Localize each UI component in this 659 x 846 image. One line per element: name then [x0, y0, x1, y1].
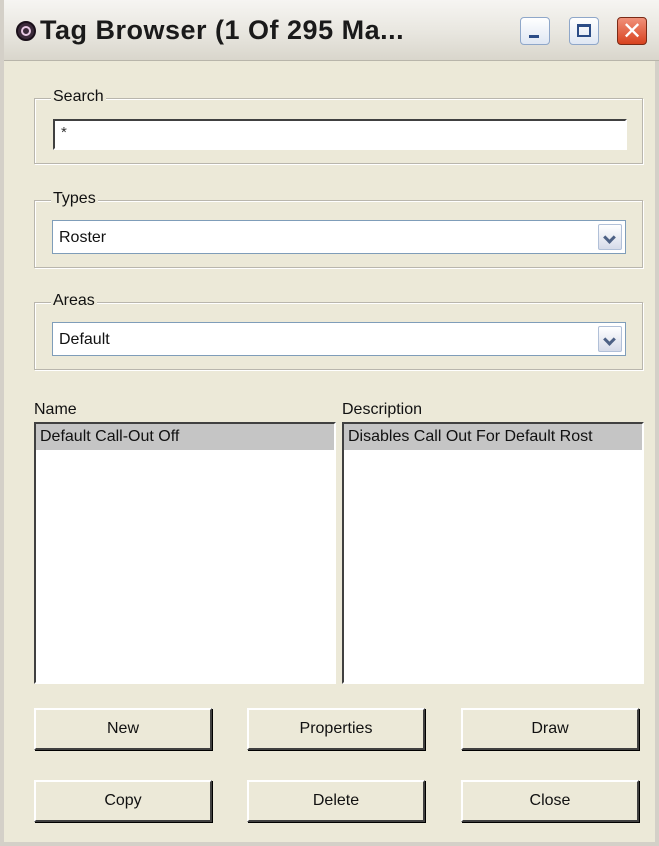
delete-button[interactable]: Delete — [247, 780, 425, 822]
types-dropdown[interactable]: Roster — [52, 220, 626, 254]
search-label: Search — [51, 88, 106, 106]
new-button[interactable]: New — [34, 708, 212, 750]
close-icon: ✕ — [621, 18, 643, 45]
types-label: Types — [51, 190, 98, 208]
maximize-button[interactable] — [569, 17, 599, 45]
minimize-button[interactable] — [520, 17, 550, 45]
types-group: Types Roster — [34, 190, 643, 268]
window-title: Tag Browser (1 Of 295 Ma... — [40, 15, 405, 45]
close-button[interactable]: Close — [461, 780, 639, 822]
description-column-header: Description — [342, 401, 423, 418]
list-item[interactable]: Disables Call Out For Default Rost — [344, 424, 642, 450]
list-item[interactable]: Default Call-Out Off — [36, 424, 334, 450]
app-icon[interactable] — [16, 21, 36, 41]
search-input[interactable]: * — [53, 119, 627, 150]
name-column-header: Name — [34, 401, 77, 418]
areas-selected-value: Default — [59, 331, 110, 348]
tag-browser-window: Tag Browser (1 Of 295 Ma... ✕ Search * T… — [0, 0, 659, 846]
title-bar[interactable]: Tag Browser (1 Of 295 Ma... ✕ — [4, 0, 659, 61]
areas-dropdown[interactable]: Default — [52, 322, 626, 356]
close-window-button[interactable]: ✕ — [617, 17, 647, 45]
areas-group: Areas Default — [34, 292, 643, 370]
chevron-down-icon[interactable] — [598, 224, 622, 250]
draw-button[interactable]: Draw — [461, 708, 639, 750]
chevron-down-icon[interactable] — [598, 326, 622, 352]
description-list[interactable]: Disables Call Out For Default Rost — [342, 422, 644, 684]
types-selected-value: Roster — [59, 229, 107, 246]
copy-button[interactable]: Copy — [34, 780, 212, 822]
properties-button[interactable]: Properties — [247, 708, 425, 750]
areas-label: Areas — [51, 292, 97, 310]
name-list[interactable]: Default Call-Out Off — [34, 422, 336, 684]
search-group: Search * — [34, 88, 643, 164]
